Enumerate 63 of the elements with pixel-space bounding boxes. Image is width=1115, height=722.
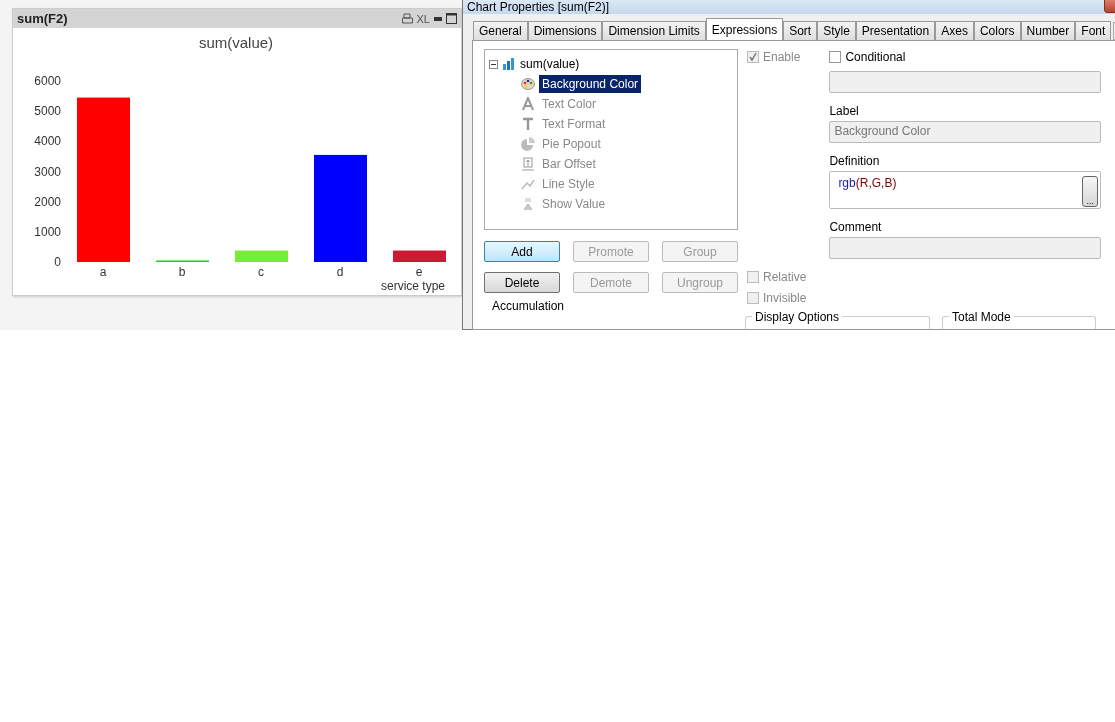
action-button[interactable]: Add — [484, 241, 560, 262]
collapse-toggle[interactable] — [489, 59, 498, 69]
group-label: Accumulation — [491, 299, 566, 313]
bar — [393, 250, 446, 262]
letter-icon — [521, 97, 535, 111]
tab[interactable]: Dimensions — [527, 21, 603, 40]
action-button[interactable]: Delete — [484, 272, 560, 293]
x-tick-label: d — [336, 265, 344, 279]
tab[interactable]: General — [473, 21, 528, 40]
definition-field[interactable]: rgb(R,G,B) ... — [829, 171, 1102, 209]
checkbox-label: Enable — [763, 50, 801, 64]
x-axis-title: service type — [380, 279, 445, 293]
conditional-checkbox[interactable] — [829, 51, 842, 63]
palette-icon — [521, 77, 535, 91]
bar — [235, 250, 288, 262]
tab[interactable]: Sort — [783, 21, 818, 40]
checkbox-label: Invisible — [763, 291, 807, 305]
edit-expression-button[interactable]: ... — [1082, 176, 1099, 207]
minimize-icon[interactable] — [434, 16, 442, 21]
conditional-field[interactable] — [829, 71, 1102, 93]
field-caption: Definition — [829, 154, 881, 168]
pie-icon — [521, 137, 535, 151]
x-tick-label: a — [99, 265, 107, 279]
tab[interactable]: Presentation — [855, 21, 936, 40]
y-tick-label: 3000 — [34, 164, 61, 179]
excel-export-button[interactable]: XL — [416, 12, 430, 25]
maximize-icon[interactable] — [446, 13, 457, 24]
field-caption: Label — [829, 104, 860, 118]
bar-chart-icon — [502, 58, 516, 70]
tab[interactable]: Number — [1020, 21, 1076, 40]
chart-window-title: sum(F2) — [17, 11, 69, 26]
y-tick-label: 2000 — [34, 194, 61, 209]
y-tick-label: 4000 — [34, 134, 61, 149]
tab[interactable]: Expressions — [705, 18, 784, 40]
dialog-title: Chart Properties [sum(F2)] — [467, 0, 611, 14]
letter-icon — [521, 117, 535, 131]
tab[interactable]: Style — [817, 21, 856, 40]
comment-field[interactable] — [829, 237, 1102, 259]
tab[interactable]: Colors — [973, 21, 1021, 40]
value-icon — [521, 197, 535, 211]
print-icon[interactable] — [401, 13, 413, 24]
tab[interactable]: Axes — [935, 21, 974, 40]
group-label: Display Options — [752, 310, 843, 324]
chart-title: sum(value) — [198, 34, 274, 51]
checkbox-label: Conditional — [845, 50, 906, 64]
definition-text: rgb(R,G,B) — [838, 176, 898, 192]
checkbox-label: Relative — [763, 270, 807, 284]
group-label: Total Mode — [949, 310, 1014, 324]
y-tick-label: 0 — [54, 255, 61, 269]
y-tick-label: 1000 — [34, 224, 61, 239]
line-icon — [521, 177, 535, 191]
tab[interactable]: Dimension Limits — [602, 21, 706, 40]
x-tick-label: c — [258, 265, 264, 279]
field-caption: Comment — [829, 220, 883, 234]
tree-item[interactable]: sum(value) — [520, 55, 583, 73]
x-tick-label: e — [415, 265, 423, 279]
y-tick-label: 5000 — [34, 104, 61, 119]
y-tick-label: 6000 — [34, 74, 61, 88]
tab[interactable]: Font — [1075, 21, 1112, 40]
x-tick-label: b — [178, 265, 186, 279]
label-field[interactable]: Background Color — [829, 121, 1102, 143]
bar-offset-icon — [521, 157, 535, 171]
tree-item[interactable]: Background Color — [539, 75, 642, 93]
